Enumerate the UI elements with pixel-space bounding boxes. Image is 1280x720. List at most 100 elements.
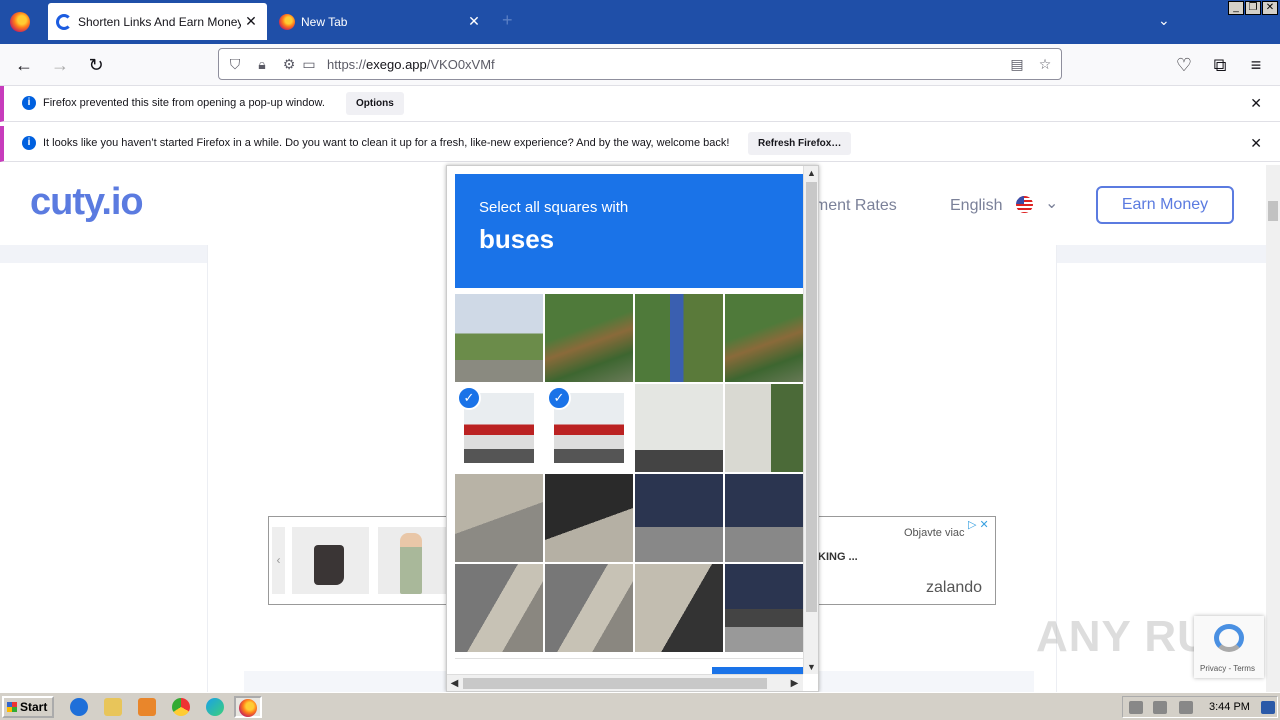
captcha-tile[interactable] bbox=[725, 384, 803, 472]
ad-choices-icon[interactable]: ▷ ✕ bbox=[968, 518, 989, 531]
volume-icon[interactable] bbox=[1129, 701, 1143, 714]
scrollbar-thumb[interactable] bbox=[1268, 201, 1278, 221]
chevron-down-icon[interactable]: ⌄ bbox=[1045, 193, 1058, 213]
reload-icon[interactable]: ↻ bbox=[83, 52, 109, 78]
captcha-tile[interactable] bbox=[545, 564, 633, 652]
scrollbar-thumb[interactable] bbox=[806, 182, 817, 612]
page-icon: ▭ bbox=[302, 56, 316, 72]
tab-new-tab[interactable]: New Tab ✕ bbox=[271, 3, 490, 40]
taskbar-firefox-button[interactable] bbox=[234, 696, 262, 718]
ad-brand[interactable]: zalando bbox=[926, 579, 982, 597]
lock-icon[interactable]: 🔒︎ bbox=[254, 56, 270, 72]
taskbar: Start 3:44 PM bbox=[0, 692, 1280, 720]
captcha-tile-image bbox=[635, 384, 723, 472]
captcha-tile-image bbox=[725, 384, 803, 472]
permissions-icon[interactable]: ⚙ bbox=[281, 56, 297, 72]
captcha-tile[interactable] bbox=[455, 474, 543, 562]
pocket-icon[interactable]: ♡ bbox=[1171, 52, 1197, 78]
recaptcha-logo-icon bbox=[1214, 624, 1244, 652]
captcha-tile[interactable] bbox=[635, 564, 723, 652]
ad-sponsor-link[interactable]: Objavte viac bbox=[904, 527, 965, 539]
bookmark-star-icon[interactable]: ☆ bbox=[1037, 56, 1053, 72]
captcha-tile[interactable] bbox=[455, 294, 543, 382]
shield-icon[interactable]: ⛉ bbox=[227, 56, 243, 72]
captcha-tile[interactable] bbox=[725, 294, 803, 382]
close-icon[interactable]: ✕ bbox=[1250, 95, 1262, 112]
clock: 3:44 PM bbox=[1209, 701, 1250, 713]
network-icon[interactable] bbox=[1153, 701, 1167, 714]
close-icon[interactable]: ✕ bbox=[1250, 135, 1262, 152]
edge-icon[interactable] bbox=[206, 698, 224, 716]
firefox-icon[interactable] bbox=[10, 12, 30, 32]
url-text[interactable]: https://exego.app/VKO0xVMf bbox=[327, 57, 495, 72]
verify-button[interactable] bbox=[712, 667, 803, 674]
site-logo[interactable]: cuty.io bbox=[30, 181, 144, 224]
forward-arrow-icon[interactable]: → bbox=[47, 52, 73, 78]
captcha-grid: ✓ ✓ bbox=[455, 294, 803, 652]
captcha-tile[interactable] bbox=[545, 474, 633, 562]
back-arrow-icon[interactable]: ← bbox=[11, 52, 37, 78]
chevron-left-icon[interactable]: ‹ bbox=[272, 527, 285, 594]
extensions-icon[interactable]: ⧉ bbox=[1207, 52, 1233, 78]
system-tray: 3:44 PM bbox=[1122, 696, 1278, 718]
language-selector[interactable]: English bbox=[950, 197, 1002, 215]
captcha-tile-image bbox=[455, 474, 543, 562]
chevron-right-icon[interactable]: ▶ bbox=[787, 675, 802, 692]
minimize-button[interactable]: _ bbox=[1228, 1, 1244, 15]
chevron-left-icon[interactable]: ◀ bbox=[447, 675, 462, 692]
page-scrollbar[interactable] bbox=[1266, 165, 1280, 692]
url-bar[interactable]: ⛉ 🔒︎ ⚙ ▭ https://exego.app/VKO0xVMf ▤ ☆ bbox=[218, 48, 1062, 80]
options-button[interactable]: Options bbox=[346, 92, 404, 115]
captcha-vertical-scrollbar[interactable]: ▲ ▼ bbox=[803, 166, 818, 674]
captcha-tile[interactable] bbox=[725, 474, 803, 562]
captcha-horizontal-scrollbar[interactable]: ◀ ▶ bbox=[447, 674, 803, 691]
captcha-tile-image bbox=[455, 564, 543, 652]
captcha-header: Select all squares with buses bbox=[455, 174, 803, 288]
captcha-tile-image bbox=[725, 474, 803, 562]
ad-banner-left[interactable]: ‹ bbox=[268, 516, 448, 605]
info-icon: i bbox=[22, 96, 36, 110]
ad-product-model[interactable] bbox=[378, 527, 446, 594]
chevron-up-icon[interactable]: ▲ bbox=[804, 166, 819, 180]
desktop-icon[interactable] bbox=[1261, 701, 1275, 714]
close-icon[interactable]: ✕ bbox=[241, 13, 261, 30]
chevron-down-icon[interactable]: ▼ bbox=[804, 660, 819, 674]
captcha-tile[interactable] bbox=[635, 474, 723, 562]
captcha-tile[interactable]: ✓ bbox=[455, 384, 543, 472]
url-prefix: https:// bbox=[327, 57, 367, 72]
ie-icon[interactable] bbox=[70, 698, 88, 716]
popup-blocked-notification: i Firefox prevented this site from openi… bbox=[0, 86, 1280, 122]
chevron-down-icon[interactable]: ⌄ bbox=[1158, 12, 1170, 29]
captcha-tile[interactable] bbox=[635, 384, 723, 472]
start-button[interactable]: Start bbox=[2, 696, 54, 718]
media-player-icon[interactable] bbox=[138, 698, 156, 716]
url-host: exego.app bbox=[366, 57, 427, 72]
captcha-tile[interactable]: ✓ bbox=[545, 384, 633, 472]
restore-button[interactable]: ❐ bbox=[1245, 1, 1261, 15]
flag-icon[interactable] bbox=[1179, 701, 1193, 714]
ad-banner-right[interactable]: Objavte viac KING ... zalando ▷ ✕ bbox=[817, 516, 996, 605]
tab-strip: Shorten Links And Earn Money | cu ✕ New … bbox=[0, 0, 1280, 44]
info-icon: i bbox=[22, 136, 36, 150]
captcha-tile[interactable] bbox=[635, 294, 723, 382]
captcha-tile[interactable] bbox=[725, 564, 803, 652]
loading-icon bbox=[56, 13, 72, 30]
captcha-tile[interactable] bbox=[455, 564, 543, 652]
chrome-icon[interactable] bbox=[172, 698, 190, 716]
ad-headline[interactable]: KING ... bbox=[818, 551, 858, 563]
recaptcha-badge[interactable]: Privacy - Terms bbox=[1194, 616, 1264, 678]
close-window-button[interactable]: ✕ bbox=[1262, 1, 1278, 15]
privacy-terms-link[interactable]: Privacy - Terms bbox=[1200, 664, 1255, 673]
captcha-tile[interactable] bbox=[545, 294, 633, 382]
plus-icon[interactable]: + bbox=[502, 10, 513, 31]
scrollbar-thumb[interactable] bbox=[463, 678, 767, 689]
close-icon[interactable]: ✕ bbox=[464, 13, 484, 30]
us-flag-icon bbox=[1016, 196, 1033, 213]
menu-icon[interactable]: ≡ bbox=[1243, 52, 1269, 78]
tab-active[interactable]: Shorten Links And Earn Money | cu ✕ bbox=[48, 3, 267, 40]
earn-money-button[interactable]: Earn Money bbox=[1096, 186, 1234, 224]
folder-icon[interactable] bbox=[104, 698, 122, 716]
reader-view-icon[interactable]: ▤ bbox=[1009, 56, 1025, 72]
refresh-firefox-button[interactable]: Refresh Firefox… bbox=[748, 132, 852, 155]
ad-product-boot[interactable] bbox=[292, 527, 369, 594]
